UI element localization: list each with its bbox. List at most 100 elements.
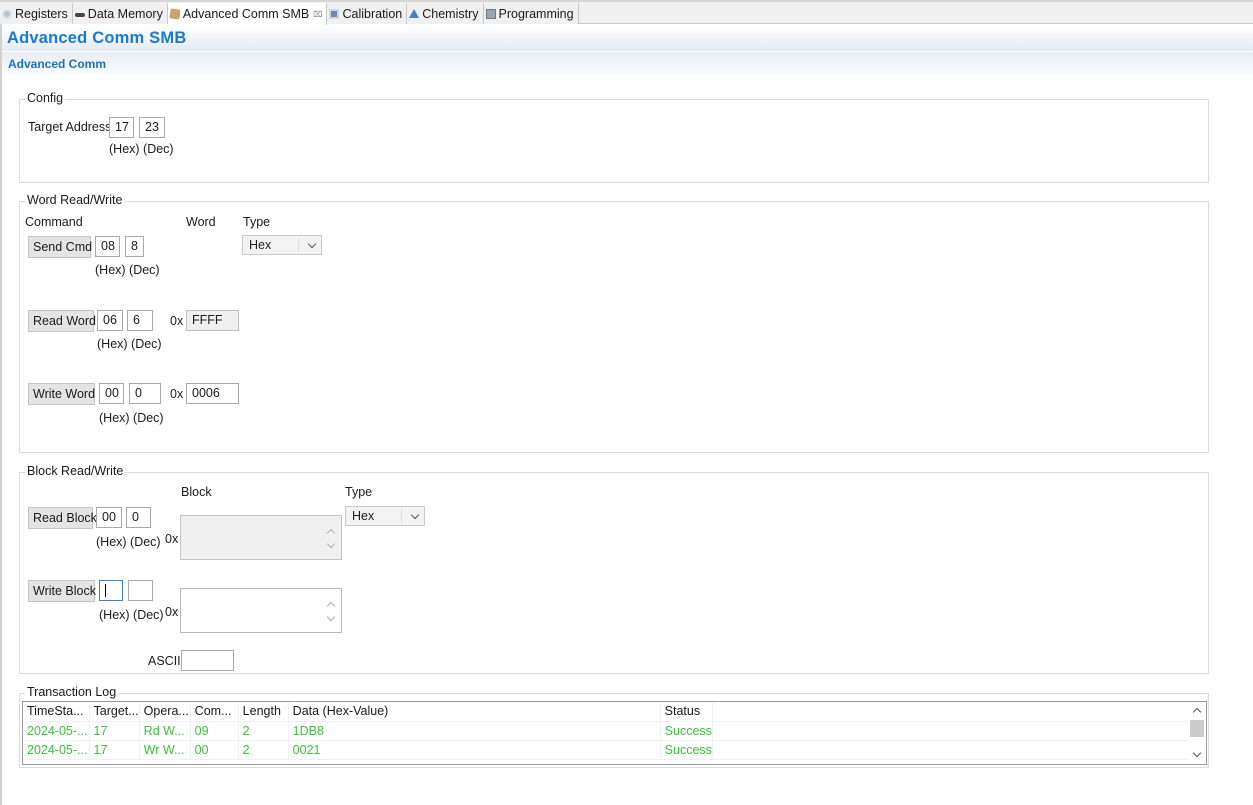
cell-operation: Rd W... xyxy=(139,721,191,741)
cell-status: Success xyxy=(660,740,713,760)
tab-calibration[interactable]: Calibration xyxy=(327,3,408,24)
target-address-hex-field[interactable]: 17 xyxy=(109,117,134,138)
cell-target: 17 xyxy=(89,740,140,760)
cell-status: Success xyxy=(660,721,713,741)
column-header-target[interactable]: Target... xyxy=(89,702,140,722)
tab-data-memory[interactable]: Data Memory xyxy=(72,3,168,24)
write-word-button[interactable]: Write Word xyxy=(28,383,95,405)
group-label: Config xyxy=(25,91,66,105)
hex-dec-label: (Hex) (Dec) xyxy=(95,263,160,277)
send-cmd-dec-field[interactable]: 8 xyxy=(125,236,144,257)
ascii-label: ASCII xyxy=(148,654,181,668)
group-label: Word Read/Write xyxy=(25,193,125,207)
column-header-operation[interactable]: Opera... xyxy=(139,702,191,722)
write-block-hex-field[interactable] xyxy=(99,580,123,601)
tab-label: Programming xyxy=(498,6,574,21)
write-word-dec-field[interactable]: 0 xyxy=(129,383,161,404)
hex-dec-label: (Hex) (Dec) xyxy=(97,337,162,351)
close-icon[interactable]: ⌧ xyxy=(313,10,322,19)
column-header-status[interactable]: Status xyxy=(660,702,713,722)
calibration-icon xyxy=(329,8,340,19)
chevron-down-icon xyxy=(307,239,317,249)
read-block-data-area[interactable] xyxy=(180,515,342,560)
read-word-button[interactable]: Read Word xyxy=(28,310,96,332)
read-block-button[interactable]: Read Block xyxy=(28,507,97,529)
command-header: Command xyxy=(25,215,83,229)
scroll-down-icon[interactable] xyxy=(326,612,336,622)
write-word-value-field[interactable]: 0006 xyxy=(186,383,239,404)
chevron-up-icon[interactable] xyxy=(1192,707,1202,717)
column-header-data[interactable]: Data (Hex-Value) xyxy=(288,702,661,722)
flask-icon xyxy=(409,9,420,18)
panel-border xyxy=(0,24,2,805)
hex-dec-label: (Hex) (Dec) xyxy=(99,608,164,622)
tab-label: Advanced Comm SMB xyxy=(182,7,310,21)
gear-icon xyxy=(2,8,12,19)
word-type-select[interactable]: Hex xyxy=(242,235,322,255)
write-block-button[interactable]: Write Block xyxy=(28,580,96,602)
table-row[interactable]: 2024-05-... 17 Wr W... 00 2 0021 Success xyxy=(23,740,1193,760)
hex-prefix-label: 0x xyxy=(170,387,184,401)
group-label: Block Read/Write xyxy=(25,464,126,478)
package-icon xyxy=(169,8,181,20)
write-word-hex-field[interactable]: 00 xyxy=(99,383,124,404)
write-block-data-area[interactable] xyxy=(180,588,342,633)
scroll-up-icon[interactable] xyxy=(326,528,336,538)
block-header: Block xyxy=(181,485,212,499)
program-icon xyxy=(485,8,496,19)
cell-operation: Wr W... xyxy=(139,740,191,760)
form-header: Advanced Comm SMB xyxy=(2,25,1253,51)
type-header: Type xyxy=(243,215,271,229)
word-header: Word xyxy=(186,215,216,229)
page-title: Advanced Comm SMB xyxy=(7,29,187,47)
type-header: Type xyxy=(345,485,373,499)
column-header-timestamp[interactable]: TimeSta... xyxy=(23,702,90,722)
target-address-dec-field[interactable]: 23 xyxy=(139,117,165,138)
send-cmd-hex-field[interactable]: 08 xyxy=(95,236,120,257)
tab-programming[interactable]: Programming xyxy=(483,3,579,24)
transaction-log-table[interactable]: TimeSta... Target... Opera... Com... Len… xyxy=(22,701,1207,765)
read-block-hex-field[interactable]: 00 xyxy=(96,507,122,528)
column-header-command[interactable]: Com... xyxy=(190,702,239,722)
ascii-field[interactable] xyxy=(181,650,234,671)
chevron-down-icon[interactable] xyxy=(1192,748,1202,758)
cell-timestamp: 2024-05-... xyxy=(23,740,90,760)
hex-prefix-label: 0x xyxy=(165,605,179,619)
read-word-hex-field[interactable]: 06 xyxy=(97,310,123,331)
block-type-select[interactable]: Hex xyxy=(345,506,425,526)
text-caret xyxy=(105,584,106,597)
read-word-value-field[interactable]: FFFF xyxy=(186,310,239,331)
chevron-down-icon xyxy=(410,510,420,520)
tab-registers[interactable]: Registers xyxy=(0,3,73,24)
tab-advanced-comm-smb[interactable]: Advanced Comm SMB ⌧ xyxy=(167,3,328,25)
tab-label: Data Memory xyxy=(87,6,163,21)
cell-command: 09 xyxy=(190,721,239,741)
column-header-length[interactable]: Length xyxy=(238,702,289,722)
scroll-up-icon[interactable] xyxy=(326,601,336,611)
hex-dec-label: (Hex) (Dec) xyxy=(109,142,174,156)
scroll-down-icon[interactable] xyxy=(326,539,336,549)
read-block-dec-field[interactable]: 0 xyxy=(126,507,151,528)
cell-timestamp: 2024-05-... xyxy=(23,721,90,741)
select-value: Hex xyxy=(249,238,272,252)
log-scrollbar[interactable] xyxy=(1188,702,1206,764)
read-word-dec-field[interactable]: 6 xyxy=(127,310,153,331)
config-group: Config xyxy=(19,91,1209,183)
cell-target: 17 xyxy=(89,721,140,741)
table-header-row: TimeSta... Target... Opera... Com... Len… xyxy=(23,702,1193,722)
cell-data: 0021 xyxy=(288,740,661,760)
cell-data: 1DB8 xyxy=(288,721,661,741)
tab-list: Registers Data Memory Advanced Comm SMB … xyxy=(0,3,579,25)
group-label: Transaction Log xyxy=(25,685,119,699)
select-value: Hex xyxy=(352,509,375,523)
table-row[interactable]: 2024-05-... 17 Rd W... 09 2 1DB8 Success xyxy=(23,721,1193,741)
tab-label: Chemistry xyxy=(422,6,479,21)
section-header: Advanced Comm xyxy=(2,52,1253,75)
hex-dec-label: (Hex) (Dec) xyxy=(99,411,164,425)
hex-prefix-label: 0x xyxy=(170,314,184,328)
scrollbar-thumb[interactable] xyxy=(1190,720,1204,737)
cell-length: 2 xyxy=(238,721,289,741)
tab-chemistry[interactable]: Chemistry xyxy=(407,3,484,24)
write-block-dec-field[interactable] xyxy=(128,580,153,601)
send-cmd-button[interactable]: Send Cmd xyxy=(28,236,92,258)
